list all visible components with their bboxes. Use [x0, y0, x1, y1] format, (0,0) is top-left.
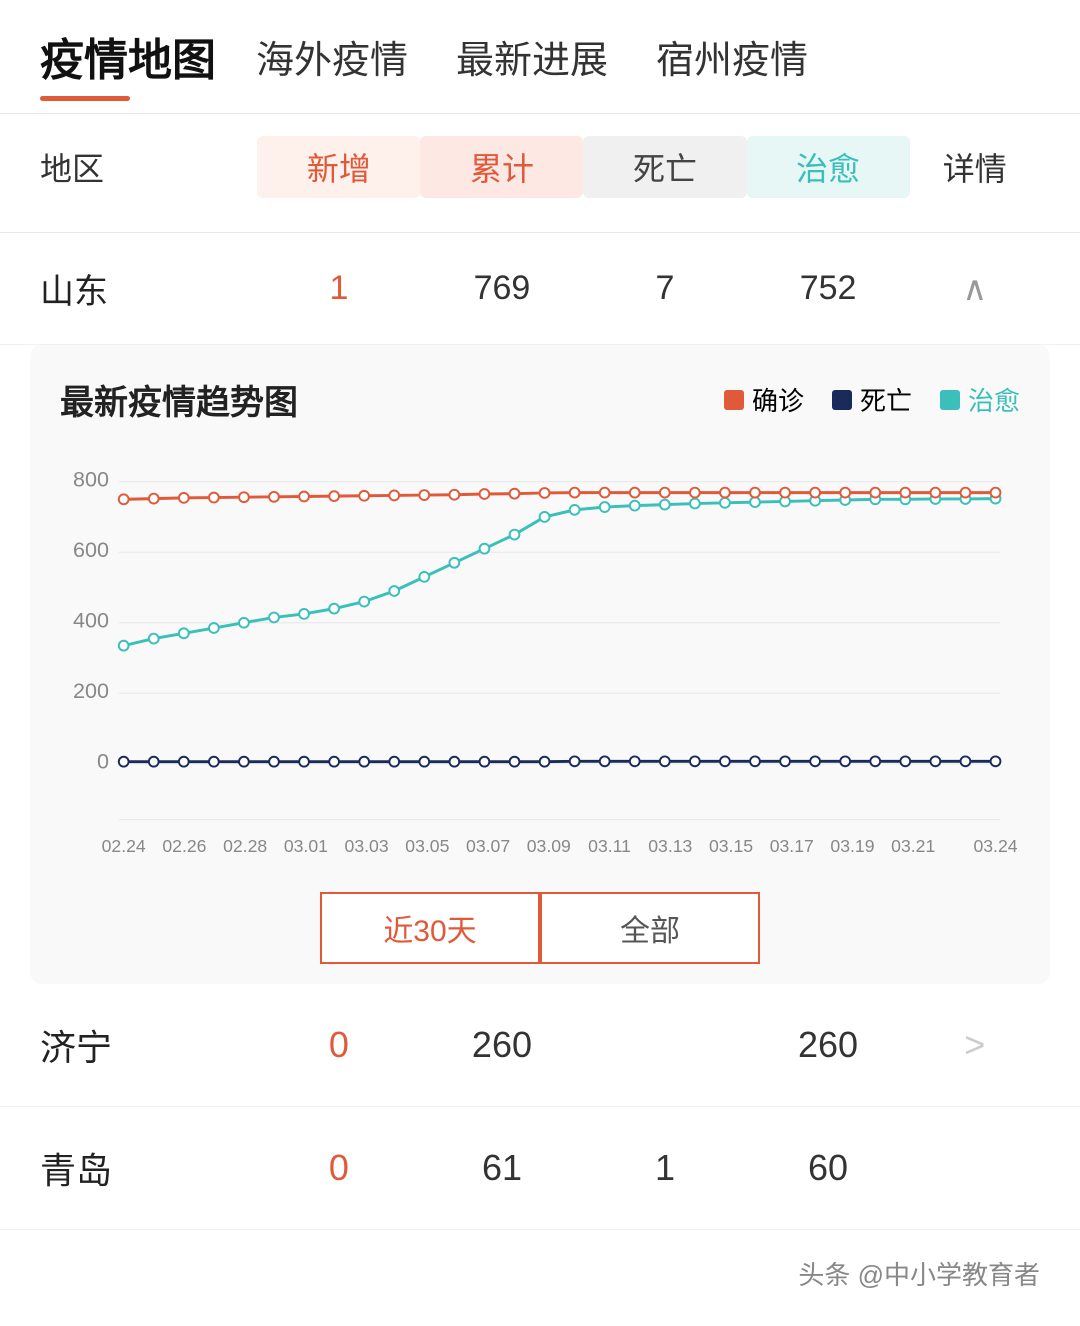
col-header-recovered: 治愈	[747, 136, 910, 198]
jining-total: 260	[420, 1024, 583, 1066]
shandong-region: 山东	[40, 264, 257, 313]
svg-text:02.26: 02.26	[162, 836, 206, 856]
legend-recovered-dot	[940, 390, 960, 410]
nav-item-latest[interactable]: 最新进展	[456, 29, 608, 84]
time-filter: 近30天 全部	[60, 892, 1020, 964]
chart-section: 最新疫情趋势图 确诊 死亡 治愈 800	[30, 345, 1050, 984]
col-header-new: 新增	[257, 136, 420, 198]
chart-svg: 800 600 400 200 0 02.24 02.26 02.28 03.0…	[60, 448, 1020, 868]
svg-text:03.17: 03.17	[770, 836, 814, 856]
chart-title: 最新疫情趋势图	[60, 375, 298, 424]
legend-confirmed: 确诊	[724, 381, 804, 418]
watermark: 头条 @中小学教育者	[788, 1251, 1050, 1296]
shandong-new: 1	[257, 261, 420, 316]
shandong-recovered: 752	[747, 261, 910, 316]
col-header-region: 地区	[40, 144, 257, 190]
legend-recovered: 治愈	[940, 381, 1020, 418]
svg-text:600: 600	[73, 537, 109, 562]
table-row-shandong[interactable]: 山东 1 769 7 752 ∧	[0, 233, 1080, 345]
jining-new: 0	[257, 1016, 420, 1074]
legend-confirmed-dot	[724, 390, 744, 410]
qingdao-region: 青岛	[40, 1142, 257, 1194]
legend-recovered-label: 治愈	[968, 381, 1020, 418]
active-tab-indicator	[40, 96, 130, 101]
shandong-death: 7	[583, 261, 746, 316]
svg-text:03.07: 03.07	[466, 836, 510, 856]
shandong-detail[interactable]: ∧	[910, 269, 1040, 309]
svg-text:03.11: 03.11	[588, 836, 631, 856]
legend-death-label: 死亡	[860, 381, 912, 418]
qingdao-total: 61	[420, 1147, 583, 1189]
svg-text:03.09: 03.09	[527, 836, 571, 856]
chart-header: 最新疫情趋势图 确诊 死亡 治愈	[60, 375, 1020, 424]
svg-text:03.05: 03.05	[405, 836, 449, 856]
svg-text:200: 200	[73, 678, 109, 703]
filter-30days-button[interactable]: 近30天	[320, 892, 540, 964]
nav-item-suzhou[interactable]: 宿州疫情	[656, 29, 808, 84]
svg-text:02.24: 02.24	[102, 836, 146, 856]
svg-text:03.03: 03.03	[345, 836, 389, 856]
filter-all-button[interactable]: 全部	[540, 892, 760, 964]
table-header: 地区 新增 累计 死亡 治愈 详情	[0, 114, 1080, 220]
svg-text:400: 400	[73, 608, 109, 633]
nav-item-overseas[interactable]: 海外疫情	[256, 29, 408, 84]
svg-text:03.21: 03.21	[891, 836, 935, 856]
qingdao-recovered: 60	[747, 1147, 910, 1189]
col-header-detail: 详情	[910, 144, 1040, 190]
legend-confirmed-label: 确诊	[752, 381, 804, 418]
legend-death: 死亡	[832, 381, 912, 418]
svg-text:03.13: 03.13	[648, 836, 692, 856]
svg-text:03.24: 03.24	[973, 836, 1017, 856]
svg-text:03.15: 03.15	[709, 836, 753, 856]
table-row-jining[interactable]: 济宁 0 260 260 >	[0, 984, 1080, 1107]
chart-legend: 确诊 死亡 治愈	[724, 381, 1020, 418]
tab-underline-container	[0, 96, 1080, 101]
svg-text:03.01: 03.01	[284, 836, 328, 856]
table-row-qingdao[interactable]: 青岛 0 61 1 60	[0, 1107, 1080, 1230]
jining-region: 济宁	[40, 1019, 257, 1071]
qingdao-new: 0	[257, 1139, 420, 1197]
legend-death-dot	[832, 390, 852, 410]
svg-text:0: 0	[97, 749, 109, 774]
col-header-death: 死亡	[583, 136, 746, 198]
col-header-total: 累计	[420, 136, 583, 198]
page-header: 疫情地图 海外疫情 最新进展 宿州疫情	[0, 0, 1080, 88]
svg-text:800: 800	[73, 467, 109, 492]
jining-detail[interactable]: >	[910, 1024, 1040, 1066]
page-title: 疫情地图	[40, 24, 216, 88]
nav-bar: 海外疫情 最新进展 宿州疫情	[256, 29, 808, 84]
svg-text:02.28: 02.28	[223, 836, 267, 856]
qingdao-death: 1	[583, 1147, 746, 1189]
shandong-total: 769	[420, 261, 583, 316]
chart-canvas-area: 800 600 400 200 0 02.24 02.26 02.28 03.0…	[60, 448, 1020, 868]
jining-recovered: 260	[747, 1024, 910, 1066]
svg-text:03.19: 03.19	[830, 836, 874, 856]
